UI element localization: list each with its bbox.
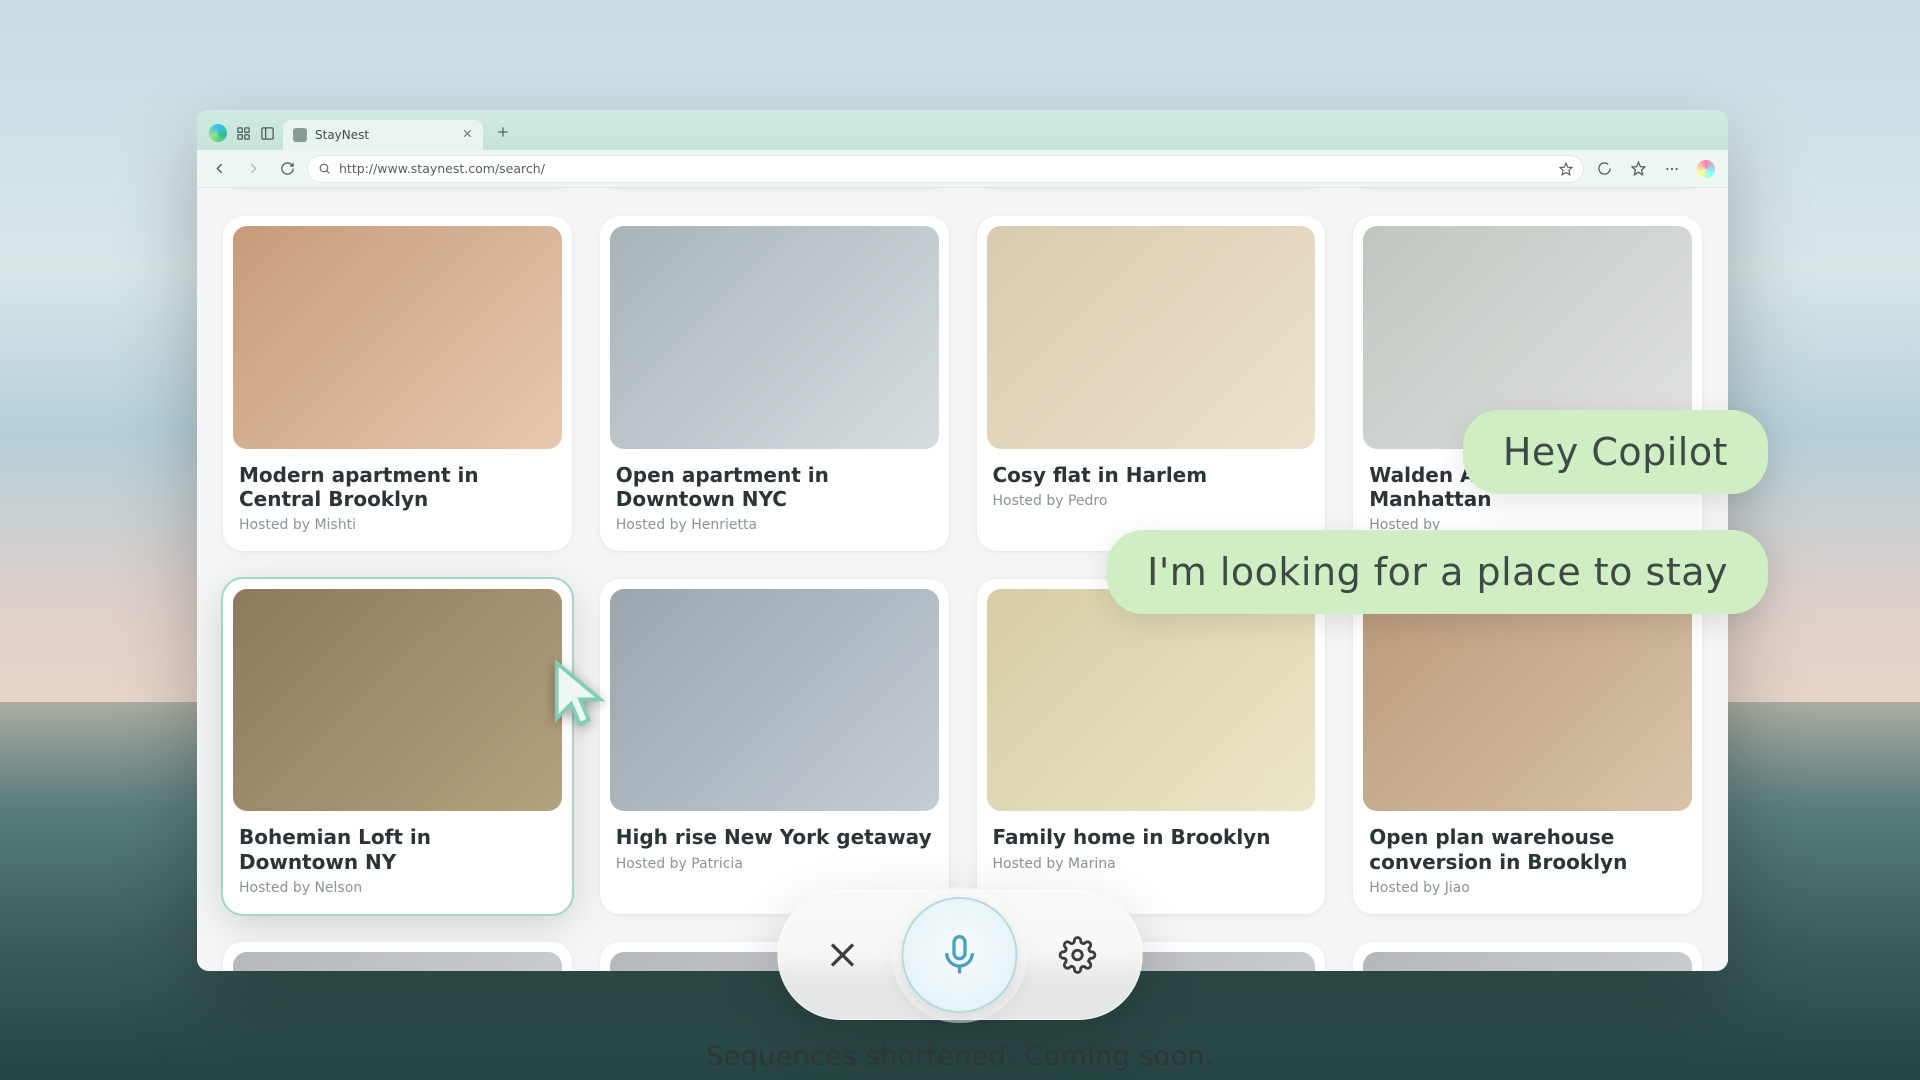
edge-logo-icon: [209, 124, 227, 142]
listing-image: [987, 589, 1316, 811]
copilot-bubble-text: Hey Copilot: [1503, 430, 1728, 474]
tab-bar: StayNest: [197, 110, 1728, 150]
listing-image: [987, 226, 1316, 448]
refresh-button[interactable]: [273, 155, 301, 183]
listing-title: Cosy flat in Harlem: [993, 463, 1310, 487]
listing-card[interactable]: Modern apartment in Central Brooklyn Hos…: [223, 216, 572, 551]
listing-card[interactable]: Cosy flat in Harlem Hosted by Pedro: [977, 216, 1326, 551]
listing-title: Family home in Brooklyn: [993, 825, 1310, 849]
mic-button[interactable]: [902, 897, 1018, 1013]
listing-image: [610, 226, 939, 448]
cursor-icon: [550, 660, 610, 730]
copilot-bubble: I'm looking for a place to stay: [1107, 530, 1768, 614]
listing-card[interactable]: High rise New York getaway Hosted by Pat…: [600, 579, 949, 914]
listing-card[interactable]: Open apartment in Downtown NYC Hosted by…: [600, 216, 949, 551]
listing-card[interactable]: [223, 942, 572, 971]
listing-title: Bohemian Loft in Downtown NY: [239, 825, 556, 874]
listing-card[interactable]: Walden Apartment in Manhattan Hosted by: [1353, 216, 1702, 551]
listing-image: [1363, 952, 1692, 971]
gear-icon: [1058, 936, 1096, 974]
copilot-sidebar-icon[interactable]: [1692, 155, 1720, 183]
listing-host: Hosted by Jiao: [1369, 880, 1686, 896]
listing-image: [1363, 589, 1692, 811]
close-icon: [825, 937, 861, 973]
settings-button[interactable]: [1042, 920, 1112, 990]
copilot-dock: [778, 890, 1143, 1020]
extensions-icon[interactable]: [1590, 155, 1618, 183]
url-input[interactable]: http://www.staynest.com/search/: [307, 155, 1584, 183]
caption-text: Sequences shortened. Coming soon.: [706, 1041, 1214, 1072]
url-text: http://www.staynest.com/search/: [339, 161, 545, 176]
favorites-icon[interactable]: [1624, 155, 1652, 183]
listing-image: [233, 589, 562, 811]
listing-card-highlighted[interactable]: Bohemian Loft in Downtown NY Hosted by N…: [223, 579, 572, 914]
listing-host: Hosted by Marina: [993, 856, 1310, 872]
favorite-star-icon[interactable]: [1559, 162, 1573, 176]
listing-card[interactable]: Family home in Brooklyn Hosted by Marina: [977, 579, 1326, 914]
microphone-icon: [938, 933, 982, 977]
back-button[interactable]: [205, 155, 233, 183]
browser-tab[interactable]: StayNest: [283, 120, 483, 150]
vertical-tabs-icon[interactable]: [259, 125, 275, 141]
listing-image: [610, 589, 939, 811]
tab-title: StayNest: [315, 128, 369, 142]
copilot-bubble-text: I'm looking for a place to stay: [1147, 550, 1728, 594]
listing-image: [233, 226, 562, 448]
listing-host: Hosted by Henrietta: [616, 517, 933, 533]
listing-card[interactable]: [1353, 942, 1702, 971]
listing-host: Hosted by Nelson: [239, 880, 556, 896]
listing-title: Open plan warehouse conversion in Brookl…: [1369, 825, 1686, 874]
listing-card[interactable]: Open plan warehouse conversion in Brookl…: [1353, 579, 1702, 914]
copilot-bubble: Hey Copilot: [1463, 410, 1768, 494]
listing-title: High rise New York getaway: [616, 825, 933, 849]
listing-host: Hosted by Mishti: [239, 517, 556, 533]
listing-title: Modern apartment in Central Brooklyn: [239, 463, 556, 512]
listing-title: Open apartment in Downtown NYC: [616, 463, 933, 512]
tab-close-icon[interactable]: [462, 128, 473, 142]
tab-favicon-icon: [293, 128, 307, 142]
more-menu-icon[interactable]: [1658, 155, 1686, 183]
workspaces-icon[interactable]: [235, 125, 251, 141]
search-icon: [318, 162, 331, 175]
forward-button[interactable]: [239, 155, 267, 183]
listing-host: Hosted by Patricia: [616, 856, 933, 872]
new-tab-button[interactable]: [491, 120, 515, 144]
listing-host: Hosted by Pedro: [993, 493, 1310, 509]
address-bar: http://www.staynest.com/search/: [197, 150, 1728, 188]
listing-image: [233, 952, 562, 971]
close-button[interactable]: [808, 920, 878, 990]
